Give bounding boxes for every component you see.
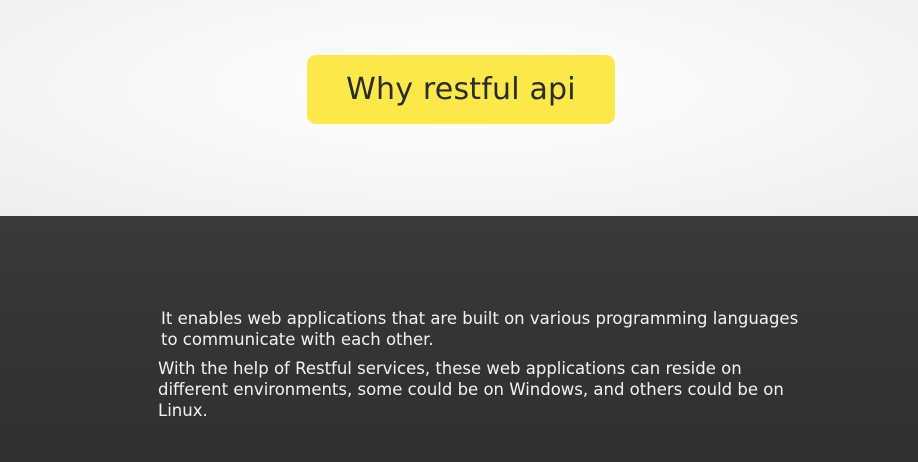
slide-top-panel: Why restful api xyxy=(0,0,918,216)
title-highlight-box: Why restful api xyxy=(307,55,615,124)
paragraph-environments: With the help of Restful services, these… xyxy=(158,359,784,420)
paragraph-communication: It enables web applications that are bui… xyxy=(161,309,799,349)
slide-bottom-panel: It enables web applications that are bui… xyxy=(0,216,918,462)
slide-title: Why restful api xyxy=(346,72,576,107)
